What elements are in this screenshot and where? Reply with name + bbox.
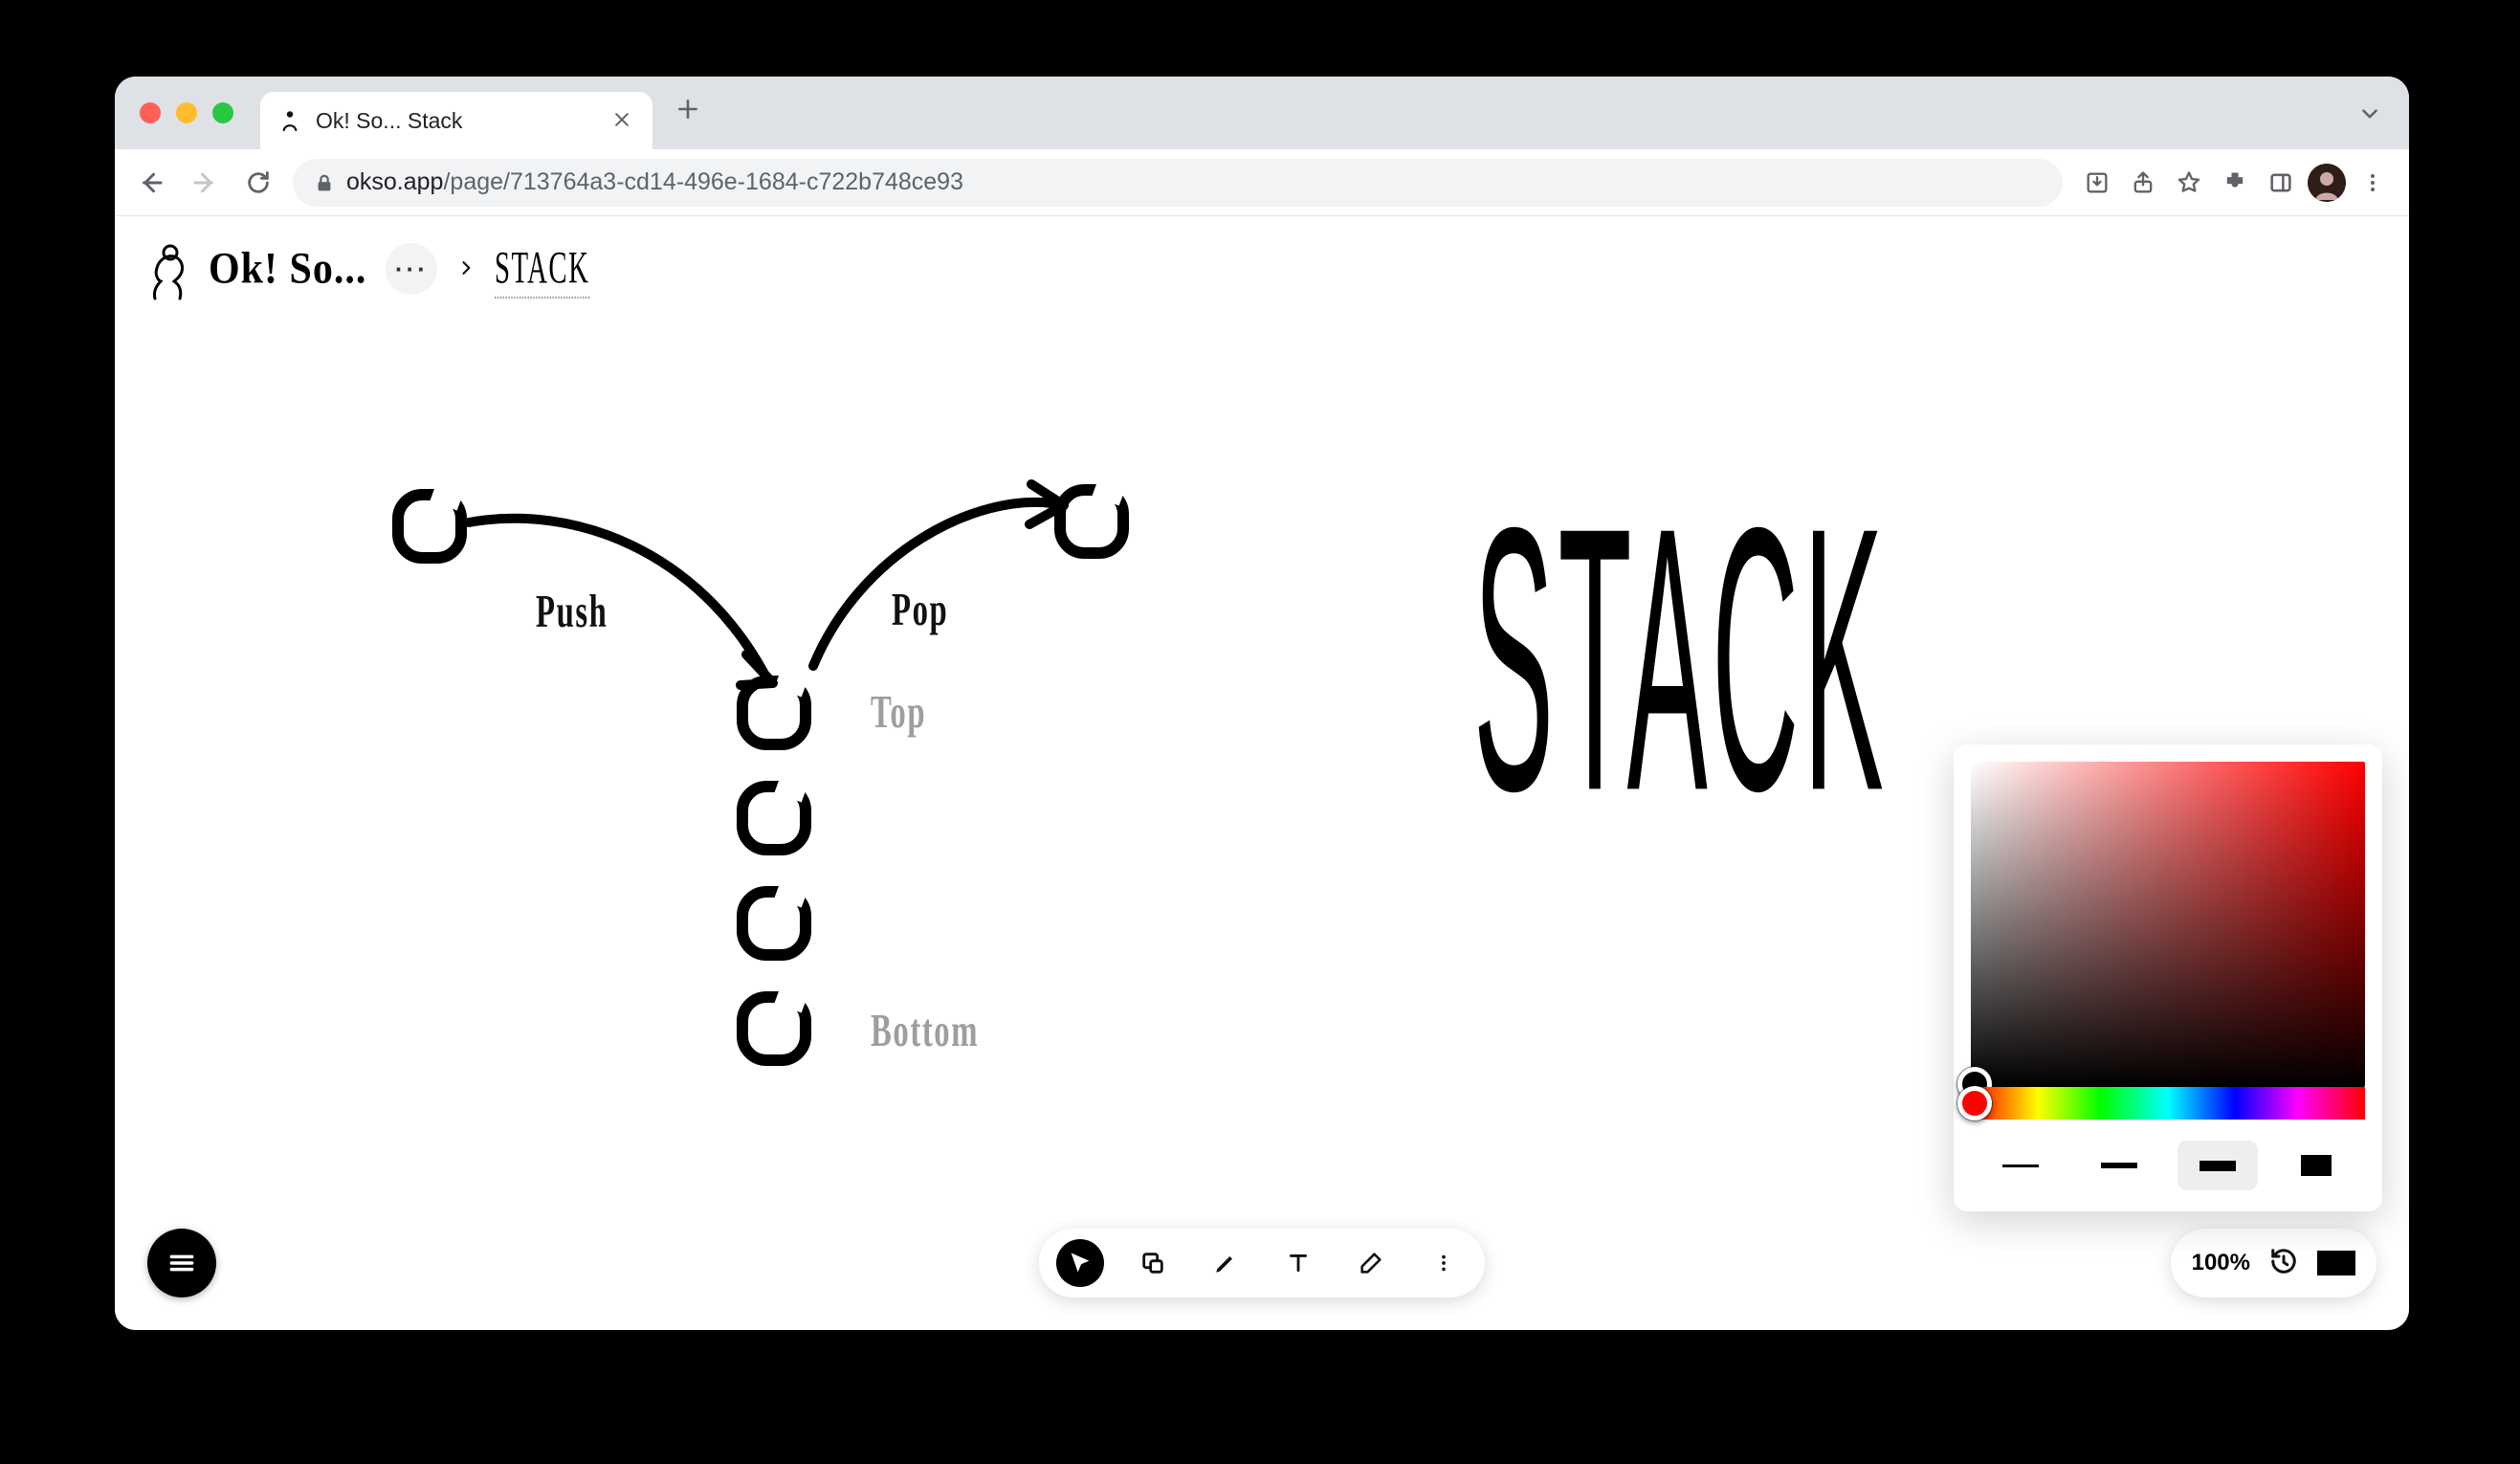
window-traffic-lights [140, 102, 233, 123]
zoom-level[interactable]: 100% [2192, 1250, 2250, 1276]
label-bottom: Bottom [871, 1005, 979, 1057]
tool-pen[interactable] [1202, 1239, 1249, 1287]
side-panel-icon[interactable] [2262, 164, 2300, 202]
history-icon[interactable] [2269, 1247, 2298, 1280]
kebab-menu-icon[interactable] [2354, 164, 2392, 202]
stroke-size-sm[interactable] [2079, 1141, 2159, 1190]
current-color-swatch[interactable] [2317, 1251, 2355, 1275]
stack-node-2 [737, 781, 811, 855]
bookmark-star-icon[interactable] [2170, 164, 2208, 202]
browser-tab[interactable]: Ok! So... Stack [260, 92, 652, 149]
menu-fab[interactable] [147, 1229, 216, 1298]
stroke-size-xs[interactable] [1980, 1141, 2061, 1190]
window-minimize-icon[interactable] [176, 102, 197, 123]
address-bar[interactable]: okso.app/page/713764a3-cd14-496e-1684-c7… [293, 159, 2063, 207]
back-icon[interactable] [132, 164, 170, 202]
stroke-size-group [1971, 1141, 2365, 1190]
color-hue-slider[interactable] [1971, 1087, 2365, 1120]
tool-select[interactable] [1056, 1239, 1104, 1287]
tab-favicon-icon [277, 108, 302, 133]
drawing-canvas[interactable]: STACK Push Pop Top Bottom [115, 322, 2409, 1330]
breadcrumb-separator-icon [456, 255, 475, 284]
breadcrumb-root-button[interactable]: ··· [386, 243, 437, 295]
push-arrow-icon [459, 494, 804, 704]
eraser-icon [1358, 1250, 1384, 1276]
lock-icon [314, 173, 333, 192]
tool-more[interactable] [1420, 1239, 1468, 1287]
pencil-icon [1213, 1251, 1238, 1275]
shape-icon [1139, 1250, 1166, 1276]
tab-overflow-icon[interactable] [2357, 101, 2382, 131]
browser-toolbar: okso.app/page/713764a3-cd14-496e-1684-c7… [115, 149, 2409, 216]
zoom-bar: 100% [2171, 1229, 2376, 1298]
tool-shape[interactable] [1129, 1239, 1177, 1287]
tool-eraser[interactable] [1347, 1239, 1395, 1287]
install-app-icon[interactable] [2078, 164, 2116, 202]
tab-close-icon[interactable] [612, 106, 631, 136]
pop-arrow-icon [804, 475, 1091, 676]
app-header: Ok! So... ··· Stack [115, 216, 2409, 322]
window-maximize-icon[interactable] [212, 102, 233, 123]
tool-text[interactable] [1274, 1239, 1322, 1287]
stack-node-incoming [392, 489, 467, 564]
cursor-icon [1067, 1250, 1094, 1276]
forward-icon[interactable] [186, 164, 224, 202]
stack-node-3 [737, 886, 811, 961]
app-logo-text: Ok! So... [209, 244, 366, 295]
profile-avatar[interactable] [2308, 164, 2346, 202]
share-icon[interactable] [2124, 164, 2162, 202]
reload-icon[interactable] [239, 164, 277, 202]
canvas-title: STACK [1473, 446, 1888, 876]
stroke-size-md[interactable] [2177, 1141, 2258, 1190]
hamburger-icon [166, 1248, 197, 1278]
label-push: Push [536, 586, 608, 638]
text-icon [1286, 1251, 1311, 1275]
window-close-icon[interactable] [140, 102, 161, 123]
thinker-icon [138, 235, 195, 302]
color-hue-thumb[interactable] [1957, 1086, 1992, 1120]
breadcrumb-current[interactable]: Stack [495, 239, 589, 298]
tab-title: Ok! So... Stack [316, 108, 462, 134]
stroke-size-lg[interactable] [2276, 1141, 2356, 1190]
browser-window: Ok! So... Stack [115, 77, 2409, 1330]
app-logo[interactable]: Ok! So... [138, 235, 366, 302]
label-top: Top [871, 686, 926, 739]
label-pop: Pop [892, 584, 948, 636]
drawing-toolbar [1039, 1229, 1485, 1298]
new-tab-icon[interactable] [675, 97, 700, 129]
url-text: okso.app/page/713764a3-cd14-496e-1684-c7… [346, 168, 963, 196]
tab-strip: Ok! So... Stack [115, 77, 2409, 149]
more-vertical-icon [1433, 1253, 1454, 1274]
stack-node-bottom [737, 991, 811, 1066]
color-sv-field[interactable] [1971, 762, 2365, 1087]
color-picker-popover [1954, 744, 2382, 1211]
extensions-icon[interactable] [2216, 164, 2254, 202]
